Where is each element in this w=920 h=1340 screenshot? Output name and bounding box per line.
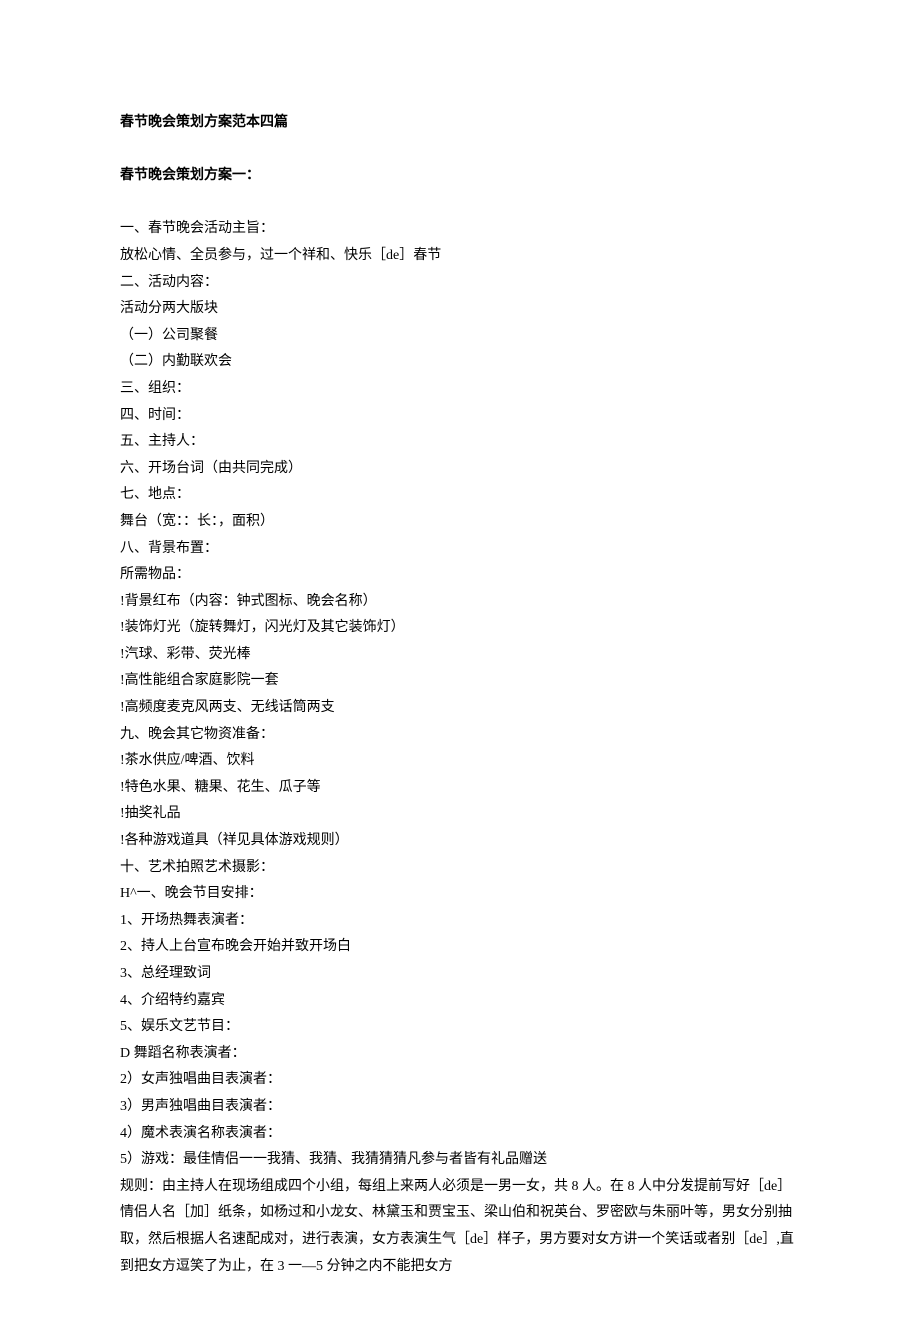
body-line: （一）公司聚餐 <box>120 323 800 350</box>
body-line: D 舞蹈名称表演者： <box>120 1041 800 1068</box>
spacer <box>120 137 800 164</box>
body-line: 八、背景布置： <box>120 536 800 563</box>
body-line: !高频度麦克风两支、无线话筒两支 <box>120 695 800 722</box>
body-line: !特色水果、糖果、花生、瓜子等 <box>120 775 800 802</box>
body-line: 规则：由主持人在现场组成四个小组，每组上来两人必须是一男一女，共 8 人。在 8… <box>120 1174 800 1280</box>
body-line: 九、晚会其它物资准备： <box>120 722 800 749</box>
document-page: 春节晚会策划方案范本四篇 春节晚会策划方案一： 一、春节晚会活动主旨：放松心情、… <box>0 0 920 1340</box>
body-line: !汽球、彩带、荧光棒 <box>120 642 800 669</box>
body-line: !各种游戏道具（祥见具体游戏规则） <box>120 828 800 855</box>
body-line: 2、持人上台宣布晚会开始并致开场白 <box>120 934 800 961</box>
body-line: 所需物品： <box>120 562 800 589</box>
document-title: 春节晚会策划方案范本四篇 <box>120 110 800 137</box>
body-line: 二、活动内容： <box>120 270 800 297</box>
body-line: 5）游戏：最佳情侣一一我猜、我猜、我猜猜猜凡参与者皆有礼品赠送 <box>120 1147 800 1174</box>
body-line: 放松心情、全员参与，过一个祥和、快乐［de］春节 <box>120 243 800 270</box>
body-line: 舞台（宽：：长：，面积） <box>120 509 800 536</box>
body-line: !装饰灯光（旋转舞灯，闪光灯及其它装饰灯） <box>120 615 800 642</box>
document-body: 一、春节晚会活动主旨：放松心情、全员参与，过一个祥和、快乐［de］春节二、活动内… <box>120 216 800 1280</box>
body-line: 5、娱乐文艺节目： <box>120 1014 800 1041</box>
body-line: 三、组织： <box>120 376 800 403</box>
body-line: !高性能组合家庭影院一套 <box>120 668 800 695</box>
body-line: 十、艺术拍照艺术摄影： <box>120 855 800 882</box>
body-line: 1、开场热舞表演者： <box>120 908 800 935</box>
body-line: !背景红布（内容：钟式图标、晚会名称） <box>120 589 800 616</box>
body-line: 五、主持人： <box>120 429 800 456</box>
body-line: 一、春节晚会活动主旨： <box>120 216 800 243</box>
body-line: !茶水供应/啤酒、饮料 <box>120 748 800 775</box>
body-line: 3、总经理致词 <box>120 961 800 988</box>
body-line: 2）女声独唱曲目表演者： <box>120 1067 800 1094</box>
body-line: H^一、晚会节目安排： <box>120 881 800 908</box>
body-line: 七、地点： <box>120 482 800 509</box>
body-line: 3）男声独唱曲目表演者： <box>120 1094 800 1121</box>
body-line: !抽奖礼品 <box>120 801 800 828</box>
spacer <box>120 190 800 217</box>
body-line: （二）内勤联欢会 <box>120 349 800 376</box>
document-subtitle: 春节晚会策划方案一： <box>120 163 800 190</box>
body-line: 4、介绍特约嘉宾 <box>120 988 800 1015</box>
body-line: 活动分两大版块 <box>120 296 800 323</box>
body-line: 四、时间： <box>120 403 800 430</box>
body-line: 六、开场台词（由共同完成） <box>120 456 800 483</box>
body-line: 4）魔术表演名称表演者： <box>120 1121 800 1148</box>
